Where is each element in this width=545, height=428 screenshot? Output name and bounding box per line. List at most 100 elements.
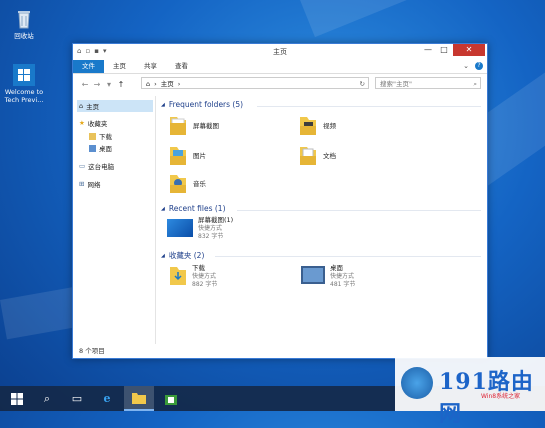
star-icon: ★ xyxy=(79,119,85,127)
nav-item-desktop[interactable]: 桌面 xyxy=(89,143,112,153)
nav-label: 下载 xyxy=(99,133,112,141)
file-size: 832 字节 xyxy=(198,233,224,240)
file-type: 快捷方式 xyxy=(192,272,217,280)
desktop-folder-icon xyxy=(89,144,96,152)
tab-home[interactable]: 主页 xyxy=(104,60,135,73)
search-icon[interactable]: ⌕ xyxy=(32,386,62,411)
ribbon-tabs: 文件 主页 共享 查看 ⌄ ? xyxy=(73,60,487,74)
collapse-icon: ◢ xyxy=(161,205,165,212)
nav-item-home[interactable]: ⌂ 主页 xyxy=(77,100,153,112)
divider xyxy=(257,106,481,107)
group-title: Frequent folders (5) xyxy=(168,100,244,109)
computer-icon: ▭ xyxy=(79,162,86,170)
windows-logo-icon xyxy=(13,64,35,86)
folder-label: 屏幕截图 xyxy=(193,122,219,130)
navigation-bar: ← → ▾ ↑ ⌂ › 主页 › ↻ 搜索"主页" ⌕ xyxy=(73,74,487,94)
folder-screenshots[interactable]: 屏幕截图 xyxy=(169,114,219,136)
screenshot-thumbnail-icon xyxy=(167,219,193,237)
help-icon[interactable]: ? xyxy=(475,62,483,70)
folder-music[interactable]: 音乐 xyxy=(169,172,206,194)
maximize-button[interactable]: □ xyxy=(437,44,451,56)
file-name: 下载 xyxy=(192,264,205,272)
file-name: 屏幕截图(1) xyxy=(198,216,234,224)
breadcrumb-separator: › xyxy=(154,80,157,88)
ie-icon[interactable]: e xyxy=(92,386,122,411)
tab-file[interactable]: 文件 xyxy=(73,60,104,73)
desktop-icon-label: 回收站 xyxy=(14,32,34,40)
folder-label: 文档 xyxy=(323,152,336,160)
nav-label: 网络 xyxy=(87,181,101,189)
video-folder-icon xyxy=(299,114,317,136)
nav-item-this-pc[interactable]: ▭ 这台电脑 xyxy=(79,161,114,171)
nav-label: 收藏夹 xyxy=(87,120,108,128)
desktop-icon-welcome[interactable]: Welcome to Tech Previ... xyxy=(2,64,46,104)
home-icon: ⌂ xyxy=(146,80,151,88)
documents-folder-icon xyxy=(299,144,317,166)
nav-item-favorites[interactable]: ★ 收藏夹 xyxy=(79,118,107,128)
forward-arrow-icon[interactable]: → xyxy=(91,80,103,89)
search-icon: ⌕ xyxy=(473,80,477,88)
start-button[interactable] xyxy=(2,386,32,411)
search-placeholder: 搜索"主页" xyxy=(380,80,412,88)
home-icon: ⌂ xyxy=(79,102,84,110)
nav-label: 这台电脑 xyxy=(88,163,115,171)
status-bar: 8 个项目 xyxy=(79,347,105,355)
navigation-pane: ⌂ 主页 ★ 收藏夹 下载 桌面 ▭ 这台电脑 ⊞ 网络 xyxy=(73,96,156,344)
group-header-recent[interactable]: ◢ Recent files (1) xyxy=(161,204,226,213)
watermark-logo: 191路由网 Win8系统之家 xyxy=(395,357,545,427)
nav-label: 桌面 xyxy=(99,145,112,153)
collapse-icon: ◢ xyxy=(161,101,165,108)
breadcrumb-separator: › xyxy=(177,80,181,88)
favorite-item-downloads[interactable]: 下载 快捷方式 882 字节 xyxy=(169,264,217,290)
title-bar: ⌂ ▫ ▪ ▾ 主页 — □ ✕ xyxy=(73,44,487,60)
refresh-icon[interactable]: ↻ xyxy=(360,78,365,90)
back-arrow-icon[interactable]: ← xyxy=(79,80,91,89)
folder-label: 视频 xyxy=(323,122,336,130)
folder-label: 音乐 xyxy=(193,180,206,188)
file-type: 快捷方式 xyxy=(330,272,355,280)
folder-pictures[interactable]: 图片 xyxy=(169,144,206,166)
close-button[interactable]: ✕ xyxy=(453,44,485,56)
desktop-icon-label: Welcome to Tech Previ... xyxy=(4,88,44,104)
search-input[interactable]: 搜索"主页" ⌕ xyxy=(375,77,481,89)
nav-item-network[interactable]: ⊞ 网络 xyxy=(79,179,100,189)
group-header-frequent[interactable]: ◢ Frequent folders (5) xyxy=(161,100,243,109)
store-icon[interactable] xyxy=(156,386,186,411)
pictures-folder-icon xyxy=(169,144,187,166)
file-explorer-icon[interactable] xyxy=(124,386,154,411)
recent-locations-icon[interactable]: ▾ xyxy=(103,80,115,89)
file-size: 481 字节 xyxy=(330,281,356,288)
music-folder-icon xyxy=(169,172,187,194)
nav-item-downloads[interactable]: 下载 xyxy=(89,131,112,141)
folder-icon xyxy=(169,114,187,136)
task-view-icon[interactable]: ▭ xyxy=(62,386,92,411)
recycle-bin-icon xyxy=(13,8,35,30)
content-pane: ◢ Frequent folders (5) 屏幕截图 视频 图片 文档 音乐 … xyxy=(157,96,487,344)
tab-view[interactable]: 查看 xyxy=(166,60,197,73)
windows-orb-icon xyxy=(401,367,433,399)
download-folder-icon xyxy=(89,132,96,140)
divider xyxy=(215,256,481,257)
download-folder-icon xyxy=(169,264,187,286)
group-header-favorites[interactable]: ◢ 收藏夹 (2) xyxy=(161,250,204,261)
nav-label: 主页 xyxy=(86,103,100,111)
folder-videos[interactable]: 视频 xyxy=(299,114,336,136)
breadcrumb-home[interactable]: 主页 xyxy=(161,78,174,88)
expand-ribbon-icon[interactable]: ⌄ xyxy=(463,62,469,70)
file-name: 桌面 xyxy=(330,264,343,272)
watermark-subtext: Win8系统之家 xyxy=(481,393,521,400)
group-title: Recent files (1) xyxy=(168,204,226,213)
recent-file-item[interactable]: 屏幕截图(1) 快捷方式 832 字节 xyxy=(167,216,233,242)
desktop-monitor-icon xyxy=(301,266,325,284)
desktop-icon-recycle-bin[interactable]: 回收站 xyxy=(2,8,46,40)
address-bar[interactable]: ⌂ › 主页 › ↻ xyxy=(141,77,369,89)
folder-documents[interactable]: 文档 xyxy=(299,144,336,166)
tab-share[interactable]: 共享 xyxy=(135,60,166,73)
group-title: 收藏夹 (2) xyxy=(168,251,205,260)
folder-label: 图片 xyxy=(193,152,206,160)
file-explorer-window: ⌂ ▫ ▪ ▾ 主页 — □ ✕ 文件 主页 共享 查看 ⌄ ? ← → ▾ ↑… xyxy=(72,43,488,359)
up-arrow-icon[interactable]: ↑ xyxy=(115,80,127,89)
favorite-item-desktop[interactable]: 桌面 快捷方式 481 字节 xyxy=(301,264,355,290)
minimize-button[interactable]: — xyxy=(421,44,435,56)
file-type: 快捷方式 xyxy=(198,224,223,232)
